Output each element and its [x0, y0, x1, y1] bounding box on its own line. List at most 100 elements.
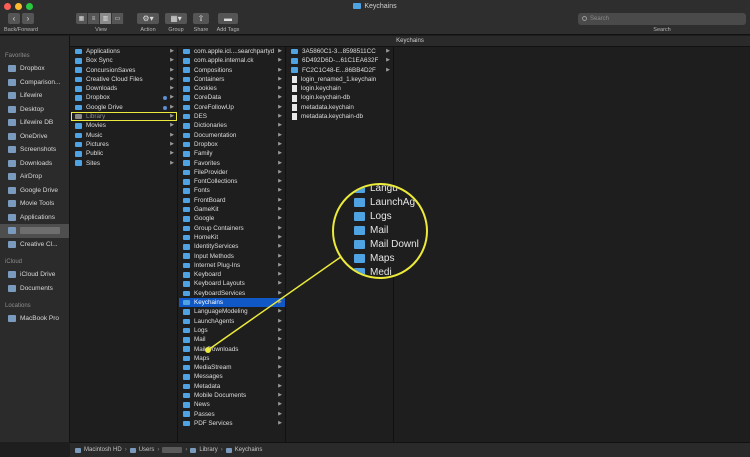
- sidebar-item[interactable]: MacBook Pro: [0, 312, 69, 326]
- sidebar-item[interactable]: Comparison...: [0, 76, 69, 90]
- list-item[interactable]: ConcursionSaves ▶: [71, 66, 177, 75]
- list-item[interactable]: Group Containers ▶: [179, 224, 285, 233]
- add-tags-button[interactable]: ▬: [218, 13, 238, 24]
- path-item-library[interactable]: Library: [199, 447, 217, 453]
- list-item[interactable]: CoreFollowUp ▶: [179, 103, 285, 112]
- list-item[interactable]: Box Sync ▶: [71, 56, 177, 65]
- list-item[interactable]: Internet Plug-Ins ▶: [179, 261, 285, 270]
- list-item[interactable]: FontCollections ▶: [179, 177, 285, 186]
- list-item[interactable]: Movies ▶: [71, 121, 177, 130]
- back-button[interactable]: ‹: [8, 13, 20, 24]
- sidebar-item[interactable]: [0, 224, 69, 238]
- list-item[interactable]: login.keychain: [287, 84, 393, 93]
- group-button[interactable]: ▦▾: [165, 13, 187, 24]
- list-item[interactable]: Favorites ▶: [179, 159, 285, 168]
- list-item[interactable]: GameKit ▶: [179, 205, 285, 214]
- list-item[interactable]: Documentation ▶: [179, 131, 285, 140]
- list-item[interactable]: CoreData ▶: [179, 93, 285, 102]
- sidebar-item[interactable]: Movie Tools: [0, 197, 69, 211]
- column-view-icon[interactable]: ▥: [100, 13, 112, 24]
- sidebar-item[interactable]: Documents: [0, 282, 69, 296]
- list-item[interactable]: Creative Cloud Files ▶: [71, 75, 177, 84]
- list-item[interactable]: IdentityServices ▶: [179, 242, 285, 251]
- list-item[interactable]: login.keychain-db: [287, 93, 393, 102]
- action-button[interactable]: ⚙▾: [137, 13, 159, 24]
- gallery-view-icon[interactable]: ▭: [112, 13, 124, 24]
- list-item[interactable]: 6D492D6D-...61C1EA632F ▶: [287, 56, 393, 65]
- list-item[interactable]: Music ▶: [71, 131, 177, 140]
- sidebar-item[interactable]: Google Drive: [0, 184, 69, 198]
- list-item[interactable]: HomeKit ▶: [179, 233, 285, 242]
- list-item[interactable]: Library ▶: [71, 112, 177, 122]
- forward-button[interactable]: ›: [22, 13, 34, 24]
- list-item[interactable]: 3A5860C1-3...8598511CC ▶: [287, 47, 393, 56]
- list-item[interactable]: Downloads ▶: [71, 84, 177, 93]
- list-item[interactable]: Mobile Documents ▶: [179, 391, 285, 400]
- sidebar-item[interactable]: Desktop: [0, 103, 69, 117]
- sidebar-item[interactable]: AirDrop: [0, 170, 69, 184]
- list-item[interactable]: DES ▶: [179, 112, 285, 121]
- list-item[interactable]: Logs ▶: [179, 326, 285, 335]
- list-item[interactable]: FC2C1C48-E...86BB4D2F ▶: [287, 66, 393, 75]
- share-button[interactable]: ⇧: [193, 13, 209, 24]
- list-item[interactable]: Containers ▶: [179, 75, 285, 84]
- list-item[interactable]: FrontBoard ▶: [179, 196, 285, 205]
- sidebar-item[interactable]: Screenshots: [0, 143, 69, 157]
- list-item-label: FrontBoard: [194, 196, 226, 204]
- list-item[interactable]: Public ▶: [71, 149, 177, 158]
- list-item[interactable]: metadata.keychain: [287, 103, 393, 112]
- list-item[interactable]: Sites ▶: [71, 159, 177, 168]
- list-item[interactable]: Passes ▶: [179, 410, 285, 419]
- list-item[interactable]: Dropbox ▶: [71, 93, 177, 102]
- magnified-item: Maps: [334, 251, 426, 265]
- path-item-disk[interactable]: Macintosh HD: [84, 447, 122, 453]
- list-item[interactable]: Keychains ▶: [179, 298, 285, 308]
- list-item[interactable]: LaunchAgents ▶: [179, 317, 285, 326]
- sidebar-item[interactable]: OneDrive: [0, 130, 69, 144]
- list-item[interactable]: Fonts ▶: [179, 186, 285, 195]
- list-item-label: Group Containers: [194, 224, 244, 232]
- list-item[interactable]: Applications ▶: [71, 47, 177, 56]
- list-item[interactable]: News ▶: [179, 400, 285, 409]
- list-item[interactable]: Mail ▶: [179, 335, 285, 344]
- icon-view-icon[interactable]: ▦: [76, 13, 88, 24]
- list-item[interactable]: Keyboard ▶: [179, 270, 285, 279]
- list-item[interactable]: LanguageModeling ▶: [179, 307, 285, 316]
- view-switcher[interactable]: ▦ ≡ ▥ ▭: [76, 13, 124, 24]
- list-item[interactable]: Mail Downloads ▶: [179, 345, 285, 354]
- list-item[interactable]: Dropbox ▶: [179, 140, 285, 149]
- list-item[interactable]: Keyboard Layouts ▶: [179, 279, 285, 288]
- sidebar-item[interactable]: Lifewire: [0, 89, 69, 103]
- search-input[interactable]: Search: [578, 13, 746, 25]
- folder-icon: [354, 211, 365, 221]
- list-item[interactable]: Google Drive ▶: [71, 103, 177, 112]
- list-item[interactable]: Maps ▶: [179, 354, 285, 363]
- list-item[interactable]: Google ▶: [179, 214, 285, 223]
- path-item-users[interactable]: Users: [139, 447, 155, 453]
- list-item[interactable]: com.apple.internal.ck ▶: [179, 56, 285, 65]
- list-item[interactable]: login_renamed_1.keychain: [287, 75, 393, 84]
- list-item[interactable]: KeyboardServices ▶: [179, 289, 285, 298]
- list-item[interactable]: Input Methods ▶: [179, 252, 285, 261]
- list-item[interactable]: com.apple.icl....searchpartyd ▶: [179, 47, 285, 56]
- list-view-icon[interactable]: ≡: [88, 13, 100, 24]
- list-item[interactable]: Family ▶: [179, 149, 285, 158]
- path-item-keychains[interactable]: Keychains: [235, 447, 263, 453]
- sidebar-item[interactable]: Lifewire DB: [0, 116, 69, 130]
- list-item[interactable]: Pictures ▶: [71, 140, 177, 149]
- list-item[interactable]: Compositions ▶: [179, 66, 285, 75]
- list-item[interactable]: MediaStream ▶: [179, 363, 285, 372]
- sidebar-item[interactable]: Applications: [0, 211, 69, 225]
- path-item-user-redacted[interactable]: [162, 447, 183, 453]
- list-item[interactable]: Dictionaries ▶: [179, 121, 285, 130]
- sidebar-item[interactable]: Creative Cl...: [0, 238, 69, 252]
- list-item[interactable]: Messages ▶: [179, 372, 285, 381]
- list-item[interactable]: Metadata ▶: [179, 382, 285, 391]
- sidebar-item[interactable]: iCloud Drive: [0, 268, 69, 282]
- list-item[interactable]: Cookies ▶: [179, 84, 285, 93]
- list-item[interactable]: FileProvider ▶: [179, 168, 285, 177]
- list-item[interactable]: PDF Services ▶: [179, 419, 285, 428]
- sidebar-item[interactable]: Downloads: [0, 157, 69, 171]
- sidebar-item[interactable]: Dropbox: [0, 62, 69, 76]
- list-item[interactable]: metadata.keychain-db: [287, 112, 393, 121]
